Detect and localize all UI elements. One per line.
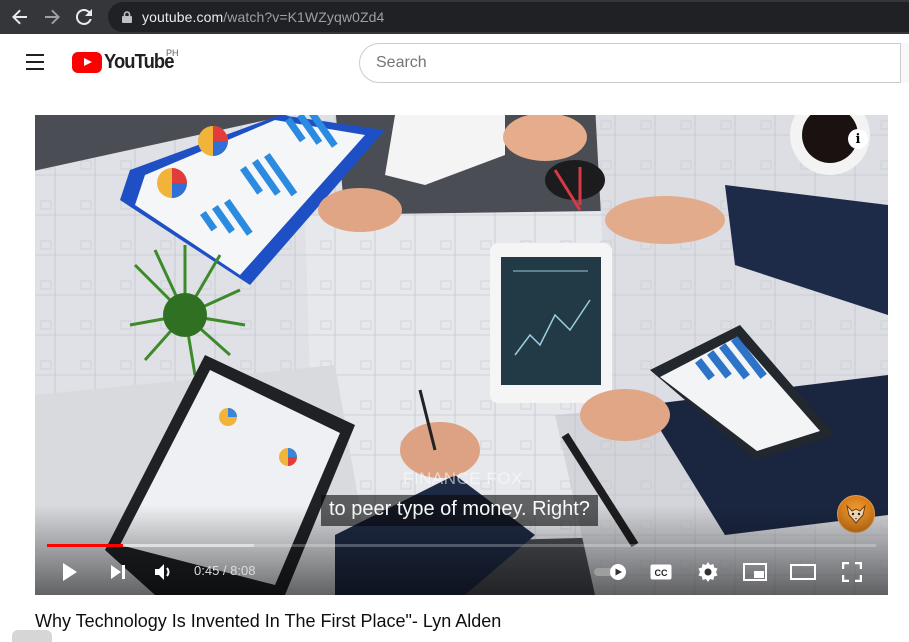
channel-watermark: FINANCE FOX [403,469,523,488]
autoplay-toggle[interactable] [591,557,631,587]
theater-icon[interactable] [787,557,819,587]
search-input[interactable] [376,54,900,72]
progress-bar[interactable] [47,544,876,547]
address-bar[interactable]: youtube.com/watch?v=K1WZyqw0Zd4 [108,2,909,32]
browser-toolbar: youtube.com/watch?v=K1WZyqw0Zd4 [0,0,909,34]
hamburger-icon[interactable] [20,48,52,76]
volume-icon[interactable] [149,557,179,587]
forward-icon[interactable] [36,0,68,34]
settings-icon[interactable] [693,557,723,587]
time-display: 0:45 / 8:08 [194,563,256,578]
captions-label: CC [655,568,668,578]
captions-icon[interactable]: CC [646,557,676,587]
url-host: youtube.com [142,9,224,25]
play-icon[interactable] [55,557,85,587]
info-icon[interactable]: i [848,129,868,149]
video-title: Why Technology Is Invented In The First … [35,611,502,631]
search-box[interactable] [359,43,900,83]
back-icon[interactable] [4,0,36,34]
url-path: /watch?v=K1WZyqw0Zd4 [223,9,385,25]
lock-icon[interactable] [120,10,134,24]
logo-text: YouTube [104,50,174,73]
youtube-header: YouTube PH [0,34,909,90]
fullscreen-icon[interactable] [837,557,867,587]
reload-icon[interactable] [68,0,100,34]
youtube-play-icon [72,51,102,73]
miniplayer-icon[interactable] [740,557,770,587]
played-bar [47,544,124,547]
partial-avatar[interactable] [12,630,52,642]
search-button-edge[interactable] [900,43,909,83]
next-icon[interactable] [103,557,133,587]
video-player[interactable]: i FINANCE FOX to peer type of money. Rig… [35,115,888,595]
region-code: PH [166,48,179,58]
url-text[interactable]: youtube.com/watch?v=K1WZyqw0Zd4 [142,9,384,25]
youtube-logo[interactable]: YouTube [72,50,180,74]
